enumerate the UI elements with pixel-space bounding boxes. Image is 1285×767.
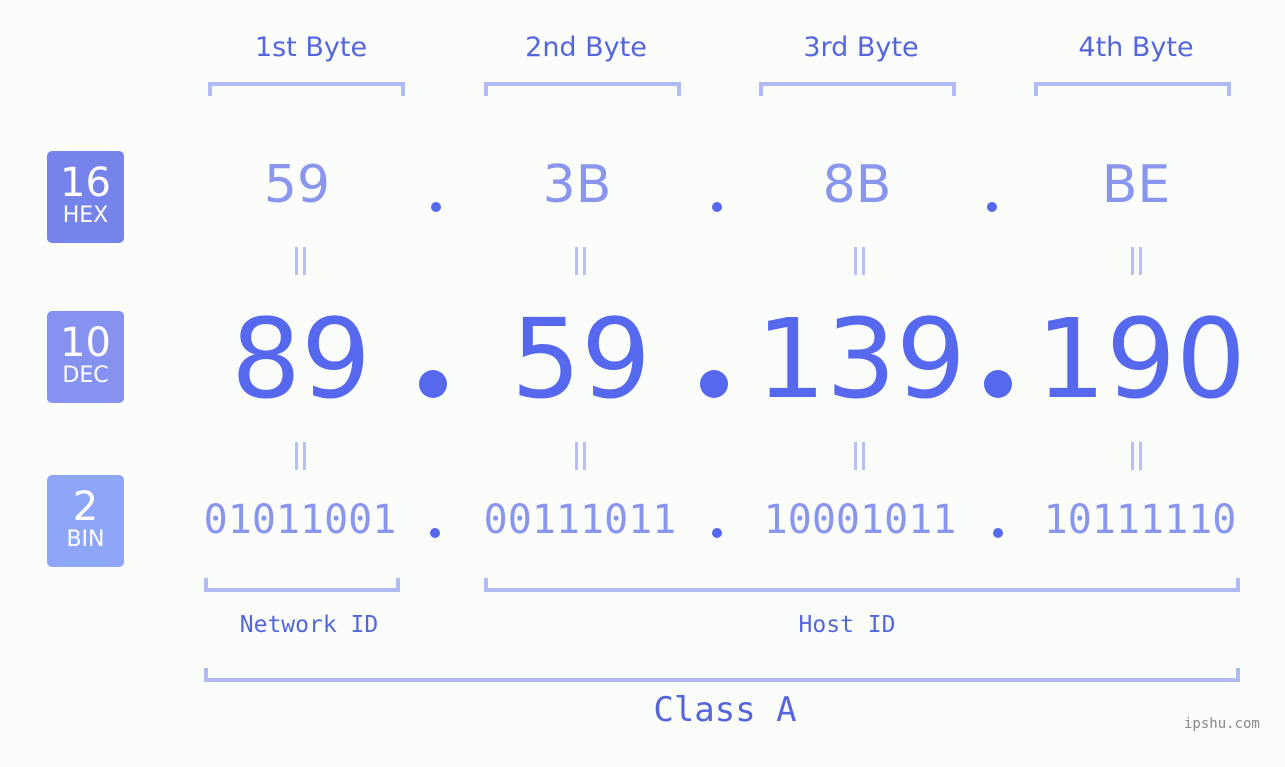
equals-icon: [1128, 247, 1144, 275]
bin-separator-dot: [993, 528, 1003, 538]
byte-header-1: 1st Byte: [254, 32, 368, 63]
hex-separator-dot: [987, 202, 997, 212]
bin-separator-dot: [430, 528, 440, 538]
dec-octet-4: 190: [1036, 295, 1246, 423]
equals-icon: [572, 247, 588, 275]
byte-header-3: 3rd Byte: [803, 32, 919, 63]
hex-badge: 16 HEX: [47, 151, 124, 243]
byte-header-4: 4th Byte: [1078, 32, 1194, 63]
host-id-label: Host ID: [798, 612, 896, 638]
equals-icon: [292, 442, 308, 470]
hex-separator-dot: [712, 202, 722, 212]
hex-base-label: HEX: [62, 203, 109, 228]
hex-octet-2: 3B: [542, 155, 612, 215]
byte-bracket-4: [1034, 82, 1231, 96]
host-id-bracket: [484, 578, 1240, 592]
dec-separator-dot: [700, 370, 728, 398]
bin-octet-4: 10111110: [1043, 497, 1237, 543]
hex-base-number: 16: [60, 160, 111, 206]
equals-icon: [851, 442, 867, 470]
equals-icon: [292, 247, 308, 275]
bin-separator-dot: [712, 528, 722, 538]
equals-icon: [1128, 442, 1144, 470]
hex-octet-3: 8B: [822, 155, 892, 215]
dec-base-label: DEC: [62, 363, 109, 388]
byte-bracket-2: [484, 82, 681, 96]
dec-separator-dot: [419, 370, 447, 398]
dec-octet-1: 89: [231, 295, 371, 423]
dec-base-number: 10: [60, 320, 111, 366]
class-label: Class A: [653, 690, 797, 730]
equals-icon: [851, 247, 867, 275]
byte-bracket-3: [759, 82, 956, 96]
bin-base-number: 2: [72, 484, 99, 530]
bin-badge: 2 BIN: [47, 475, 124, 567]
hex-octet-4: BE: [1101, 155, 1171, 215]
byte-header-2: 2nd Byte: [525, 32, 647, 63]
class-bracket: [204, 668, 1240, 682]
network-id-bracket: [204, 578, 400, 592]
bin-octet-1: 01011001: [203, 497, 397, 543]
watermark: ipshu.com: [1184, 716, 1260, 732]
network-id-label: Network ID: [239, 612, 379, 638]
bin-octet-2: 00111011: [483, 497, 677, 543]
byte-bracket-1: [208, 82, 405, 96]
hex-separator-dot: [431, 202, 441, 212]
dec-octet-2: 59: [511, 295, 651, 423]
dec-octet-3: 139: [756, 295, 966, 423]
bin-octet-3: 10001011: [763, 497, 957, 543]
equals-icon: [572, 442, 588, 470]
hex-octet-1: 59: [263, 155, 331, 215]
dec-separator-dot: [984, 370, 1012, 398]
dec-badge: 10 DEC: [47, 311, 124, 403]
bin-base-label: BIN: [66, 527, 105, 552]
